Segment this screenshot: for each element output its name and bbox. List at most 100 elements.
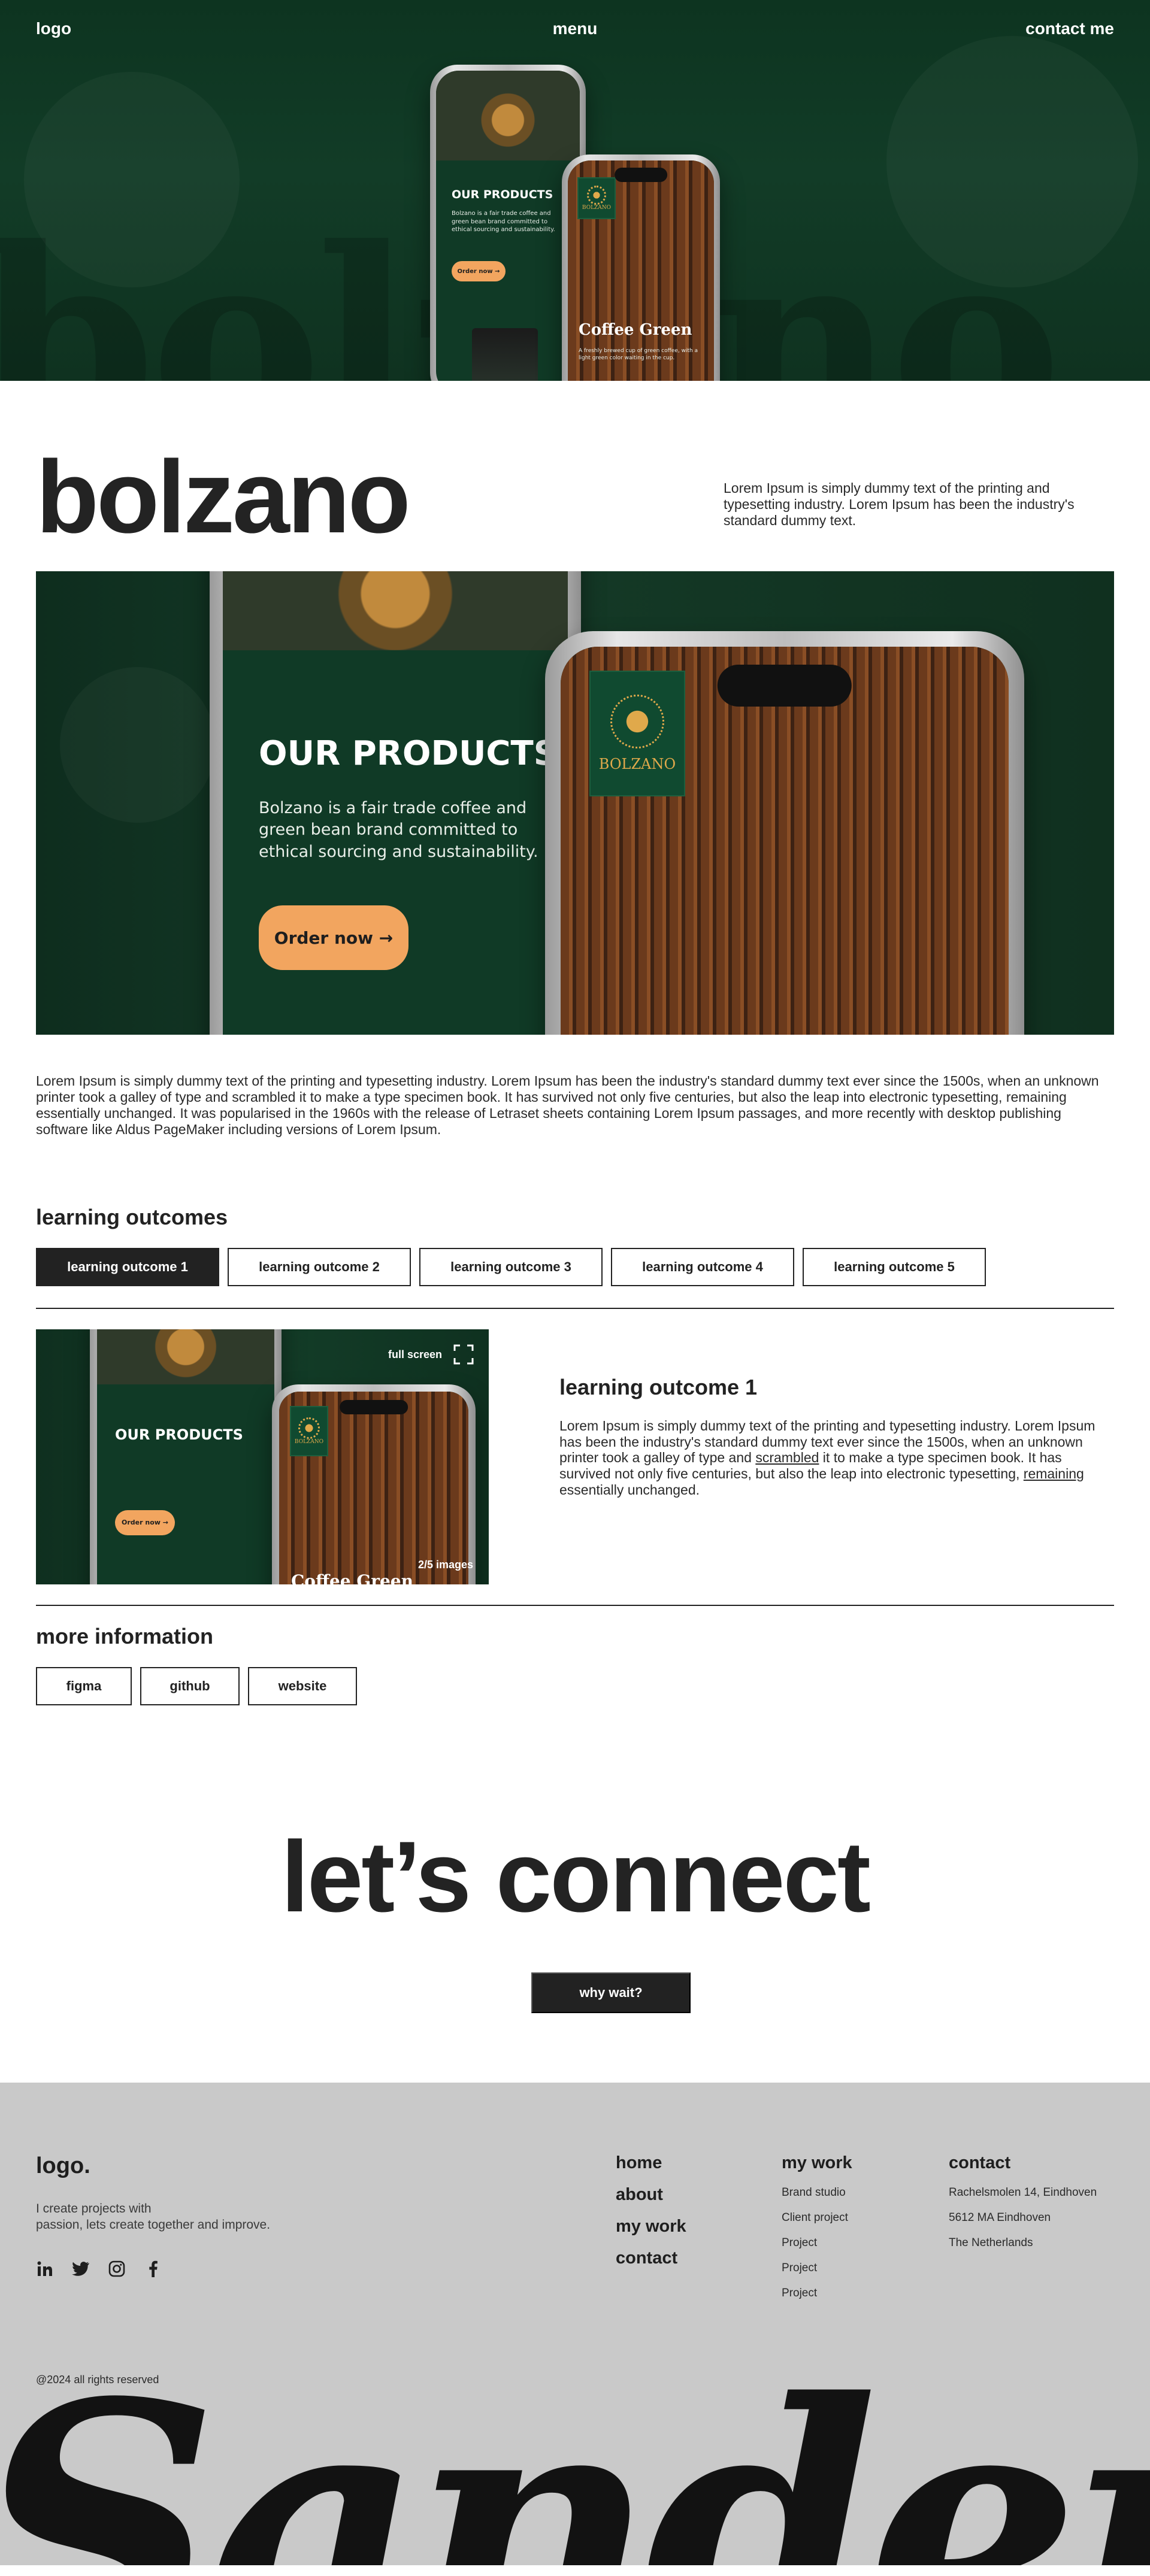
footer-work-item[interactable]: Project xyxy=(782,2287,852,2300)
full-screen-label[interactable]: full screen xyxy=(388,1348,442,1361)
hero-section: bolzano logo menu contact me OUR PRODUCT… xyxy=(0,0,1150,381)
phone-mockup-back: OUR PRODUCTS Order now → xyxy=(90,1329,282,1584)
tab-learning-outcome-1[interactable]: learning outcome 1 xyxy=(36,1247,219,1286)
phone-screen: BOLZANO Coffee Green A freshly brewed cu… xyxy=(568,160,714,381)
phone-screen: BOLZANO xyxy=(561,647,1009,1035)
learning-outcome-panel: OUR PRODUCTS Order now → BOLZANO Coffee … xyxy=(36,1309,1114,1605)
phone-notch xyxy=(615,168,667,182)
footer-address-line: 5612 MA Eindhoven xyxy=(949,2211,1051,2224)
footer-link-my-work[interactable]: my work xyxy=(616,2217,686,2236)
more-information-links: figma github website xyxy=(36,1666,1114,1705)
project-intro: Lorem Ipsum is simply dummy text of the … xyxy=(724,480,1075,528)
image-counter: 2/5 images xyxy=(417,1558,473,1571)
nav-menu-link[interactable]: menu xyxy=(553,19,598,38)
phone-screen: OUR PRODUCTS Bolzano is a fair trade cof… xyxy=(223,571,568,1035)
fullscreen-icon[interactable] xyxy=(453,1344,474,1365)
twitter-icon[interactable] xyxy=(72,2260,90,2278)
footer-address-line: Rachelsmolen 14, Eindhoven xyxy=(949,2186,1097,2199)
footer-work-item[interactable]: Project xyxy=(782,2262,852,2275)
why-wait-button[interactable]: why wait? xyxy=(531,1972,691,2013)
learning-outcome-tabs: learning outcome 1 learning outcome 2 le… xyxy=(36,1247,1114,1286)
tab-learning-outcome-5[interactable]: learning outcome 5 xyxy=(803,1247,986,1286)
sunburst-icon xyxy=(298,1417,320,1439)
project-title: bolzano xyxy=(36,440,411,554)
footer-address-line: The Netherlands xyxy=(949,2236,1033,2249)
connect-section: let’s connect why wait? xyxy=(36,1705,1114,2083)
site-footer: logo. I create projects with passion, le… xyxy=(0,2082,1150,2565)
order-label: Order now xyxy=(274,928,374,948)
phone-heading: OUR PRODUCTS xyxy=(452,188,553,201)
coffee-beans-photo xyxy=(436,71,580,160)
tab-learning-outcome-2[interactable]: learning outcome 2 xyxy=(228,1247,411,1286)
phone-screen: BOLZANO Coffee Green xyxy=(279,1391,468,1584)
connect-title: let’s connect xyxy=(281,1820,871,1933)
phone-screen: OUR PRODUCTS Bolzano is a fair trade cof… xyxy=(436,71,580,381)
phone-mockup-front: BOLZANO Coffee Green xyxy=(272,1384,476,1584)
phone-coffee-title: Coffee Green xyxy=(579,321,692,339)
phone-mockup-front: BOLZANO Coffee Green A freshly brewed cu… xyxy=(562,154,720,381)
learning-outcome-title: learning outcome 1 xyxy=(559,1374,758,1399)
footer-link-about[interactable]: about xyxy=(616,2185,686,2205)
image-bg-shape xyxy=(60,667,216,823)
more-information-heading: more information xyxy=(36,1623,214,1648)
coffee-beans-photo xyxy=(97,1329,274,1384)
footer-link-home[interactable]: home xyxy=(616,2153,686,2173)
tagline-line: I create projects with xyxy=(36,2201,152,2216)
badge-brand-text: BOLZANO xyxy=(582,205,612,211)
phone-mockup-back: OUR PRODUCTS Bolzano is a fair trade cof… xyxy=(210,571,581,1035)
footer-logo[interactable]: logo. xyxy=(36,2153,90,2179)
bolzano-logo-badge: BOLZANO xyxy=(577,177,616,219)
instagram-icon[interactable] xyxy=(108,2260,126,2278)
linkedin-icon[interactable] xyxy=(36,2260,54,2278)
sunburst-icon xyxy=(610,695,664,748)
project-title-row: bolzano Lorem Ipsum is simply dummy text… xyxy=(36,381,1114,571)
learning-outcome-text: Lorem Ipsum is simply dummy text of the … xyxy=(559,1418,1110,1499)
phone-order-button: Order now → xyxy=(452,261,506,281)
bolzano-logo-badge: BOLZANO xyxy=(290,1405,328,1456)
order-label: Order now xyxy=(457,268,493,275)
learning-outcome-gallery[interactable]: OUR PRODUCTS Order now → BOLZANO Coffee … xyxy=(36,1329,489,1584)
coffee-cup-image xyxy=(472,328,538,381)
gallery-heading: OUR PRODUCTS xyxy=(115,1426,243,1443)
tagline-line: passion, lets create together and improv… xyxy=(36,2217,271,2232)
main-content: bolzano Lorem Ipsum is simply dummy text… xyxy=(36,381,1114,2083)
figma-button[interactable]: figma xyxy=(36,1666,132,1705)
phone-body-text: Bolzano is a fair trade coffee and green… xyxy=(452,210,555,233)
tab-learning-outcome-3[interactable]: learning outcome 3 xyxy=(419,1247,603,1286)
sunburst-icon xyxy=(587,186,606,205)
facebook-icon[interactable] xyxy=(144,2260,162,2278)
learning-outcome-detail: learning outcome 1 Lorem Ipsum is simply… xyxy=(559,1375,1110,1499)
phone-coffee-text: A freshly brewed cup of green coffee, wi… xyxy=(579,348,698,362)
gallery-order-button: Order now → xyxy=(115,1510,175,1535)
project-description: Lorem Ipsum is simply dummy text of the … xyxy=(36,1073,1099,1137)
lo-inline-link[interactable]: scrambled xyxy=(755,1450,819,1465)
website-button[interactable]: website xyxy=(248,1666,357,1705)
social-links xyxy=(36,2260,162,2278)
footer-my-work-heading: my work xyxy=(782,2153,852,2172)
footer-work-item[interactable]: Client project xyxy=(782,2211,852,2225)
footer-contact-column: contact Rachelsmolen 14, Eindhoven 5612 … xyxy=(949,2153,1097,2262)
coffee-beans-photo xyxy=(223,571,568,650)
github-button[interactable]: github xyxy=(140,1666,240,1705)
badge-brand-text: BOLZANO xyxy=(598,756,676,772)
lo-text-part: essentially unchanged. xyxy=(559,1482,700,1498)
footer-nav: home about my work contact xyxy=(616,2153,686,2280)
gallery-coffee-title: Coffee Green xyxy=(291,1571,413,1584)
footer-contact-heading: contact xyxy=(949,2153,1011,2172)
nav-contact-link[interactable]: contact me xyxy=(1025,19,1114,38)
phone-screen: OUR PRODUCTS Order now → xyxy=(97,1329,274,1584)
project-hero-image: OUR PRODUCTS Bolzano is a fair trade cof… xyxy=(36,571,1114,1035)
footer-work-item[interactable]: Project xyxy=(782,2236,852,2250)
nav-logo[interactable]: logo xyxy=(36,19,71,38)
tab-learning-outcome-4[interactable]: learning outcome 4 xyxy=(611,1247,794,1286)
image-heading: OUR PRODUCTS xyxy=(259,734,558,773)
bolzano-logo-badge: BOLZANO xyxy=(589,671,685,796)
lo-inline-link[interactable]: remaining xyxy=(1024,1466,1084,1481)
divider xyxy=(36,1604,1114,1606)
image-order-button: Order now → xyxy=(259,905,408,970)
footer-link-contact[interactable]: contact xyxy=(616,2248,686,2268)
footer-big-name: Sander xyxy=(0,2329,1150,2565)
order-label: Order now xyxy=(122,1519,161,1527)
phone-notch xyxy=(340,1399,408,1414)
footer-work-item[interactable]: Brand studio xyxy=(782,2186,852,2199)
